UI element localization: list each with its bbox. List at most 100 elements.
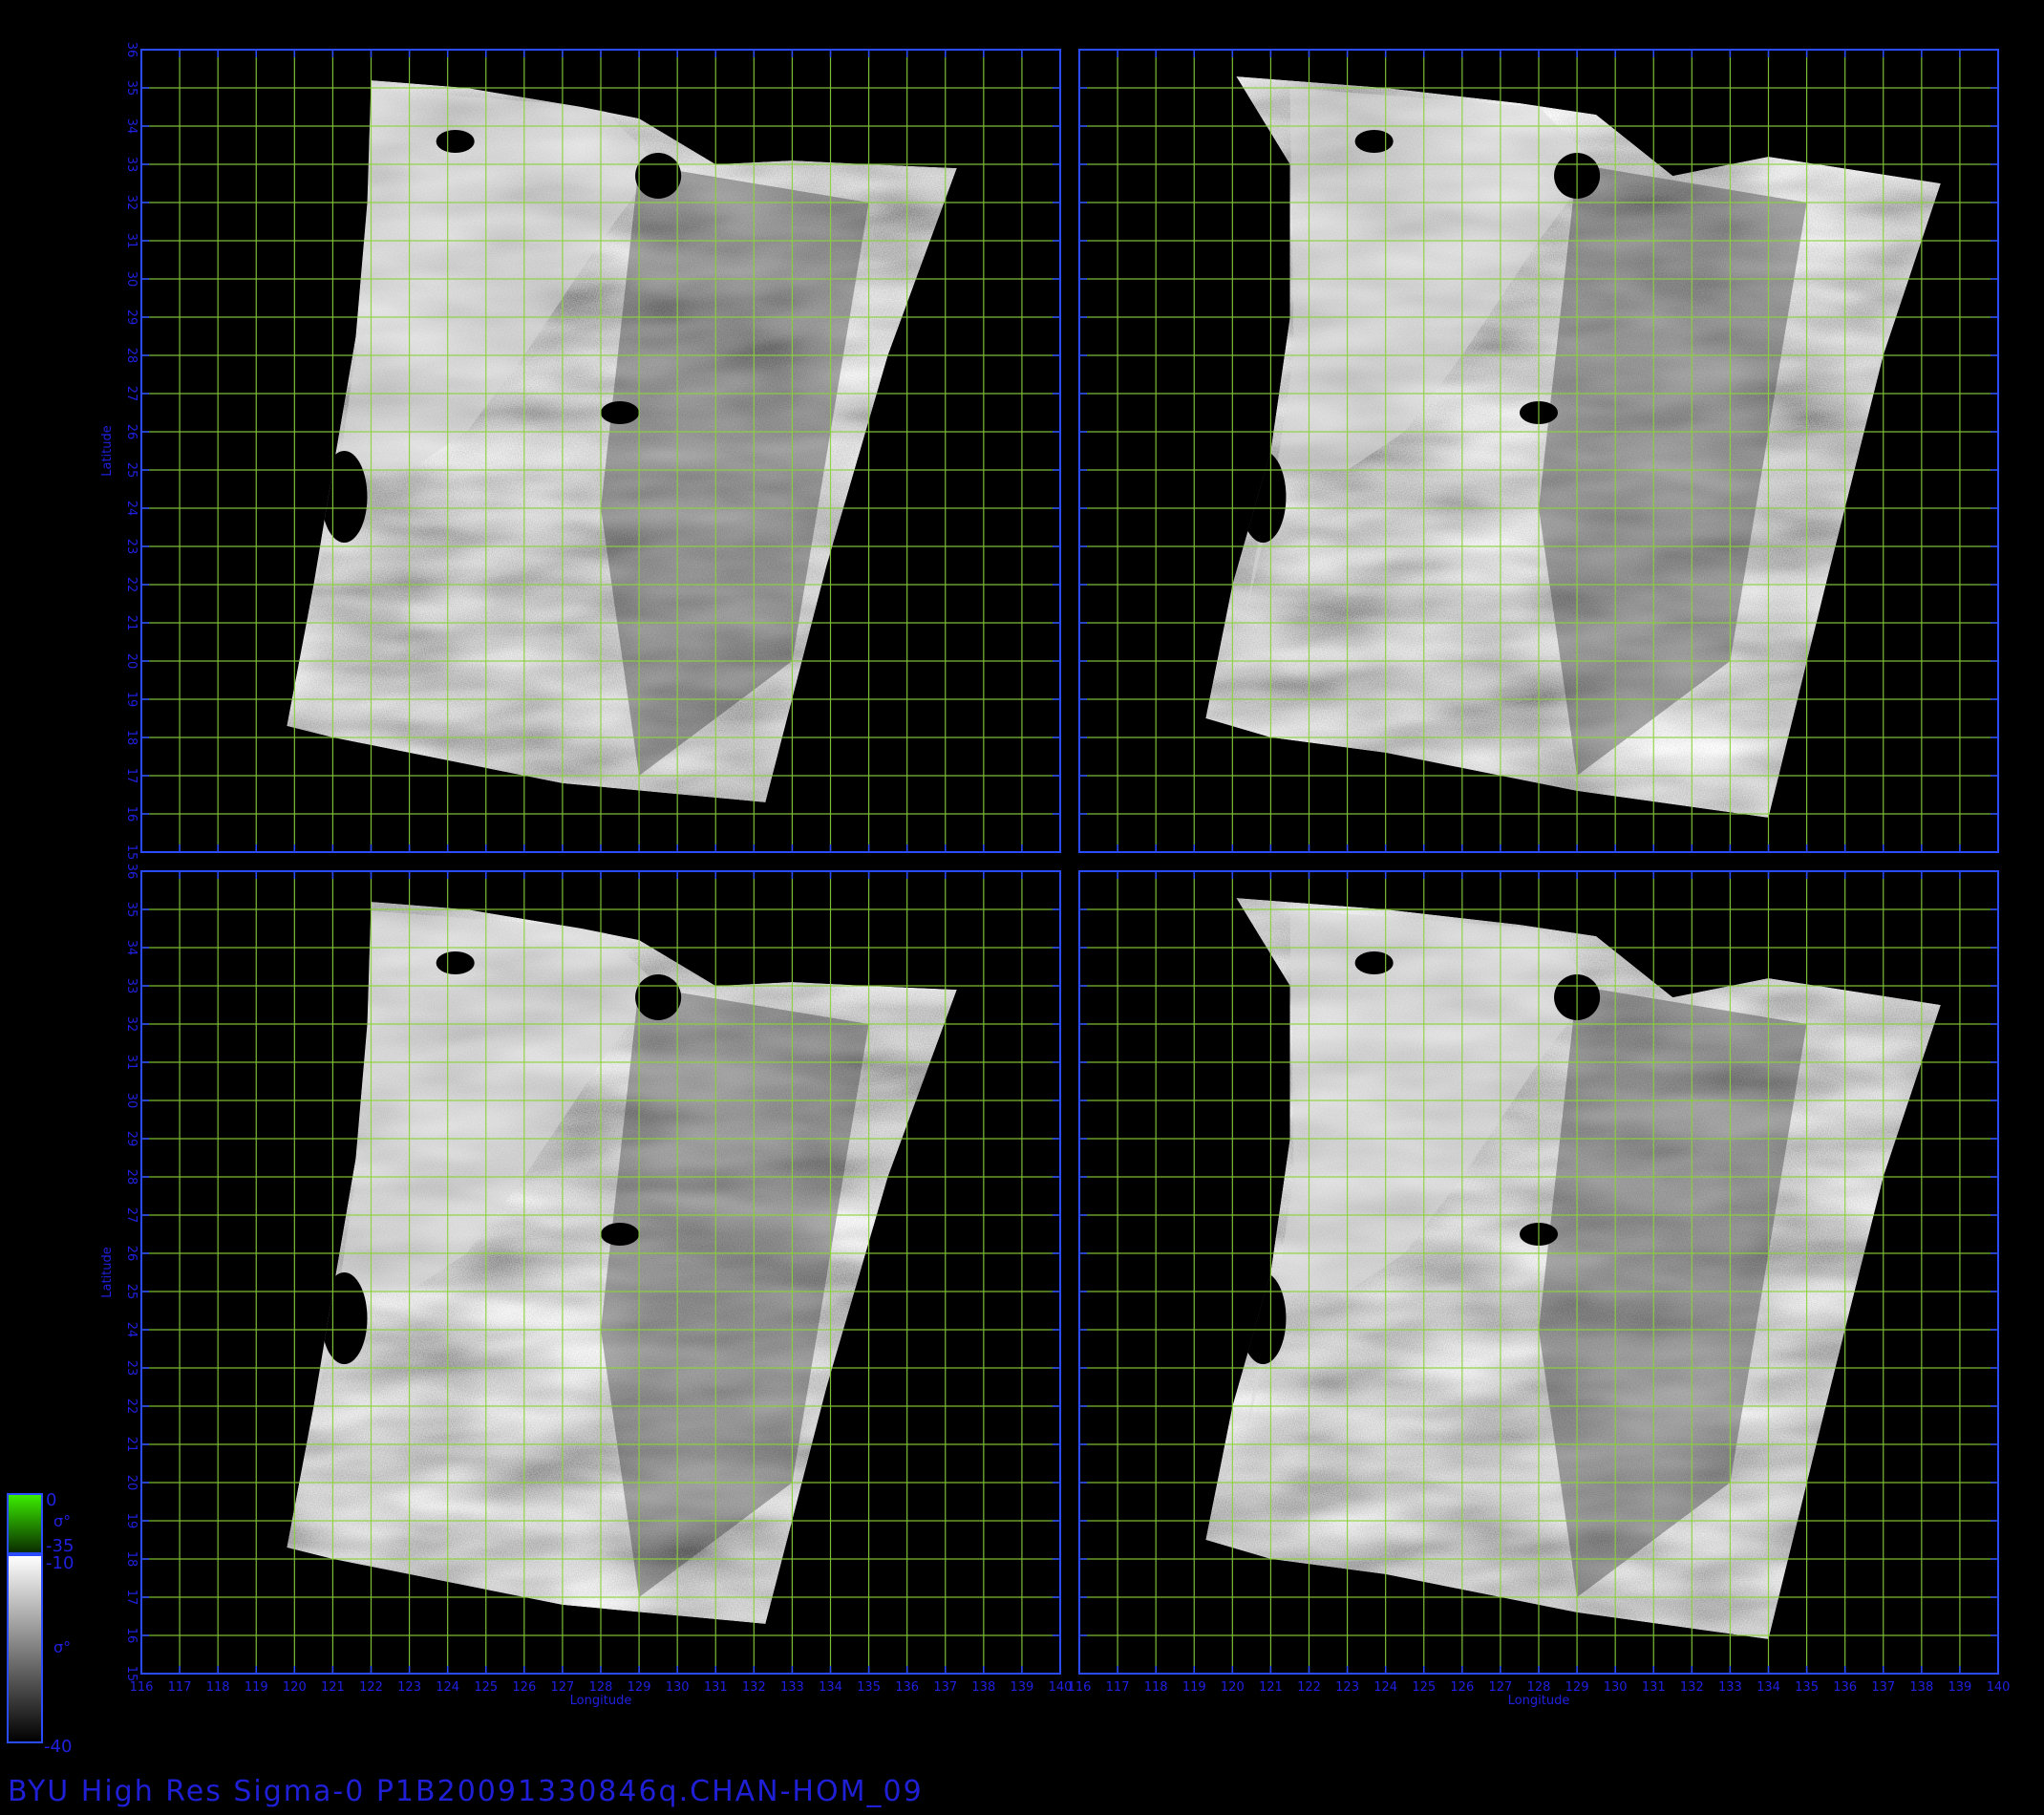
lat-tick-label: 32: [124, 195, 138, 211]
lat-tick-label: 31: [124, 1055, 138, 1071]
lon-tick-label: 138: [1909, 1680, 1933, 1695]
latitude-axis-label: Latitude: [100, 1247, 115, 1298]
colorbar-gray-bottom-label: -40: [44, 1737, 72, 1757]
lon-tick-label: 129: [1565, 1680, 1589, 1695]
lon-tick-label: 116: [1068, 1680, 1092, 1695]
map-panel-top-right: [1078, 49, 1999, 853]
lon-tick-label: 136: [895, 1680, 919, 1695]
map-panel-bottom-left: 15 16 17 18 19 20 21 22 23 24 25 26 27 28 29 30 31 32 33 34…: [100, 864, 1072, 1708]
lon-tick-label: 133: [1718, 1680, 1742, 1695]
sigma0-swath-top-left: [287, 80, 957, 802]
longitude-axis-label: Longitude: [570, 1694, 632, 1708]
lat-tick-label: 19: [124, 1513, 138, 1529]
lat-tick-label: 34: [124, 940, 138, 956]
lon-tick-label: 123: [397, 1680, 421, 1695]
lat-tick-label: 17: [124, 1590, 138, 1606]
lon-tick-label: 136: [1833, 1680, 1857, 1695]
lat-tick-label: 34: [124, 118, 138, 135]
lat-tick-label: 23: [124, 1360, 138, 1377]
lon-tick-label: 118: [1144, 1680, 1168, 1695]
lat-tick-label: 32: [124, 1016, 138, 1033]
lon-tick-label: 134: [1757, 1680, 1780, 1695]
longitude-axis-label: Longitude: [1508, 1694, 1570, 1708]
lat-tick-label: 27: [124, 386, 138, 402]
lat-tick-label: 28: [124, 1169, 138, 1185]
lon-tick-label: 129: [628, 1680, 651, 1695]
lat-tick-label: 30: [124, 1093, 138, 1109]
lat-tick-label: 15: [124, 1666, 138, 1682]
lat-tick-label: 28: [124, 348, 138, 364]
lon-tick-label: 119: [1182, 1680, 1206, 1695]
lon-tick-label: 122: [1297, 1680, 1321, 1695]
lat-tick-label: 18: [124, 1551, 138, 1568]
lon-tick-label: 125: [1412, 1680, 1436, 1695]
lon-tick-label: 126: [512, 1680, 536, 1695]
lon-tick-label: 131: [704, 1680, 728, 1695]
lon-tick-label: 122: [359, 1680, 383, 1695]
lon-tick-label: 120: [283, 1680, 307, 1695]
lat-tick-label: 33: [124, 978, 138, 994]
colorbar: 0 σ° -35 -10 σ° -40: [7, 1490, 74, 1757]
lon-tick-label: 137: [1871, 1680, 1895, 1695]
lon-tick-label: 128: [589, 1680, 613, 1695]
lat-tick-label: 16: [124, 1628, 138, 1644]
lat-tick-label: 21: [124, 1437, 138, 1453]
lon-tick-label: 132: [742, 1680, 766, 1695]
lat-tick-label: 35: [124, 902, 138, 918]
sigma0-swath-bottom-right: [1205, 898, 1941, 1639]
lon-tick-label: 138: [971, 1680, 995, 1695]
lon-tick-label: 127: [1489, 1680, 1513, 1695]
lat-tick-label: 36: [124, 42, 138, 58]
lon-tick-label: 124: [1373, 1680, 1397, 1695]
lon-tick-label: 130: [666, 1680, 690, 1695]
lat-tick-label: 25: [124, 1284, 138, 1300]
lat-tick-label: 22: [124, 577, 138, 593]
lon-tick-label: 119: [245, 1680, 268, 1695]
lat-tick-label: 25: [124, 462, 138, 479]
lon-tick-label: 132: [1680, 1680, 1704, 1695]
lon-tick-label: 123: [1335, 1680, 1359, 1695]
lat-tick-label: 24: [124, 501, 138, 517]
lat-tick-label: 29: [124, 1131, 138, 1147]
lon-tick-label: 137: [933, 1680, 957, 1695]
colorbar-green-top-label: 0: [46, 1490, 56, 1510]
lat-tick-label: 22: [124, 1399, 138, 1415]
lon-tick-label: 127: [551, 1680, 575, 1695]
lon-tick-label: 133: [780, 1680, 804, 1695]
lon-tick-label: 130: [1604, 1680, 1628, 1695]
lon-tick-label: 121: [1259, 1680, 1283, 1695]
lon-tick-label: 140: [1987, 1680, 2011, 1695]
lat-tick-label: 19: [124, 692, 138, 708]
lat-tick-label: 35: [124, 80, 138, 96]
latitude-axis-label: Latitude: [100, 425, 115, 477]
colorbar-gray-scale: [7, 1554, 43, 1743]
lat-tick-label: 23: [124, 539, 138, 555]
lon-tick-label: 135: [1795, 1680, 1819, 1695]
lat-tick-label: 26: [124, 1246, 138, 1262]
lat-tick-label: 31: [124, 233, 138, 249]
lon-tick-label: 116: [130, 1680, 154, 1695]
sigma0-swath-bottom-left: [287, 902, 957, 1624]
lon-tick-label: 117: [1106, 1680, 1130, 1695]
colorbar-green-scale: [7, 1493, 43, 1554]
colorbar-green-sigma-label: σ°: [53, 1512, 71, 1530]
colorbar-gray-sigma-label: σ°: [53, 1638, 71, 1656]
graticule-bottom-right: [1078, 870, 1999, 1675]
lat-tick-label: 16: [124, 806, 138, 822]
lat-tick-label: 26: [124, 424, 138, 440]
colorbar-gray-top-label: -10: [46, 1553, 74, 1573]
lat-tick-label: 30: [124, 271, 138, 288]
sigma0-swath-top-right: [1205, 76, 1941, 818]
lon-tick-label: 125: [474, 1680, 498, 1695]
lon-tick-label: 124: [436, 1680, 459, 1695]
lat-tick-label: 24: [124, 1322, 138, 1338]
lat-tick-label: 15: [124, 844, 138, 861]
lon-tick-label: 121: [321, 1680, 345, 1695]
lat-tick-label: 20: [124, 1475, 138, 1491]
lat-tick-label: 21: [124, 615, 138, 631]
graticule-top-right: [1078, 49, 1999, 853]
lon-tick-label: 131: [1642, 1680, 1666, 1695]
lat-tick-label: 33: [124, 157, 138, 173]
lon-tick-label: 135: [857, 1680, 881, 1695]
lon-tick-label: 120: [1221, 1680, 1245, 1695]
